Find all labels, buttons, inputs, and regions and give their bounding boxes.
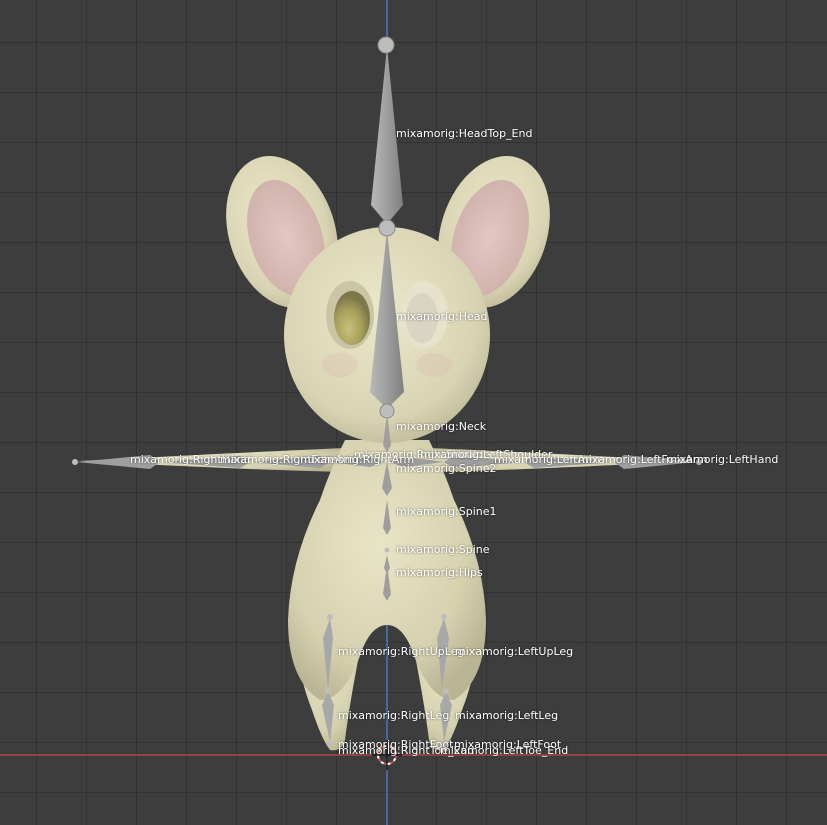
joint-leftleg[interactable] [443, 688, 449, 694]
bone-label-rightupleg: mixamorig:RightUpLeg [338, 645, 465, 658]
bone-label-spine: mixamorig:Spine [396, 543, 490, 556]
joint-righthand-tail[interactable] [72, 459, 78, 465]
bone-label-hips: mixamorig:Hips [396, 566, 483, 579]
joint-rightleg[interactable] [325, 688, 331, 694]
right-cheek [416, 353, 452, 377]
joint-headtop-tail[interactable] [377, 36, 395, 54]
bone-label-spine2: mixamorig:Spine2 [396, 462, 497, 475]
bone-label-leftupleg: mixamorig:LeftUpLeg [455, 645, 574, 658]
bone-label-lefthand: mixamorig:LeftHand [666, 453, 779, 466]
bone-label-neck: mixamorig:Neck [396, 420, 487, 433]
bone-label-leftleg: mixamorig:LeftLeg [455, 709, 559, 722]
left-cheek [322, 353, 358, 377]
3d-viewport[interactable]: mixamorig:HeadTop_End mixamorig:Head mix… [0, 0, 827, 825]
bone-label-head: mixamorig:Head [396, 310, 488, 323]
joint-leftupleg[interactable] [441, 614, 447, 620]
joint-neck[interactable] [379, 403, 395, 419]
joint-spine[interactable] [384, 547, 390, 553]
joint-head[interactable] [378, 219, 396, 237]
bone-label-lefttoe: mixamorig:LeftToe_End [440, 744, 569, 757]
left-eye [334, 291, 370, 345]
bone-label-rightleg: mixamorig:RightLeg [338, 709, 450, 722]
joint-rightfoot[interactable] [327, 741, 333, 747]
joint-rightupleg[interactable] [327, 614, 333, 620]
bone-label-headtop: mixamorig:HeadTop_End [396, 127, 533, 140]
scene-canvas[interactable] [0, 0, 827, 825]
bone-label-spine1: mixamorig:Spine1 [396, 505, 497, 518]
